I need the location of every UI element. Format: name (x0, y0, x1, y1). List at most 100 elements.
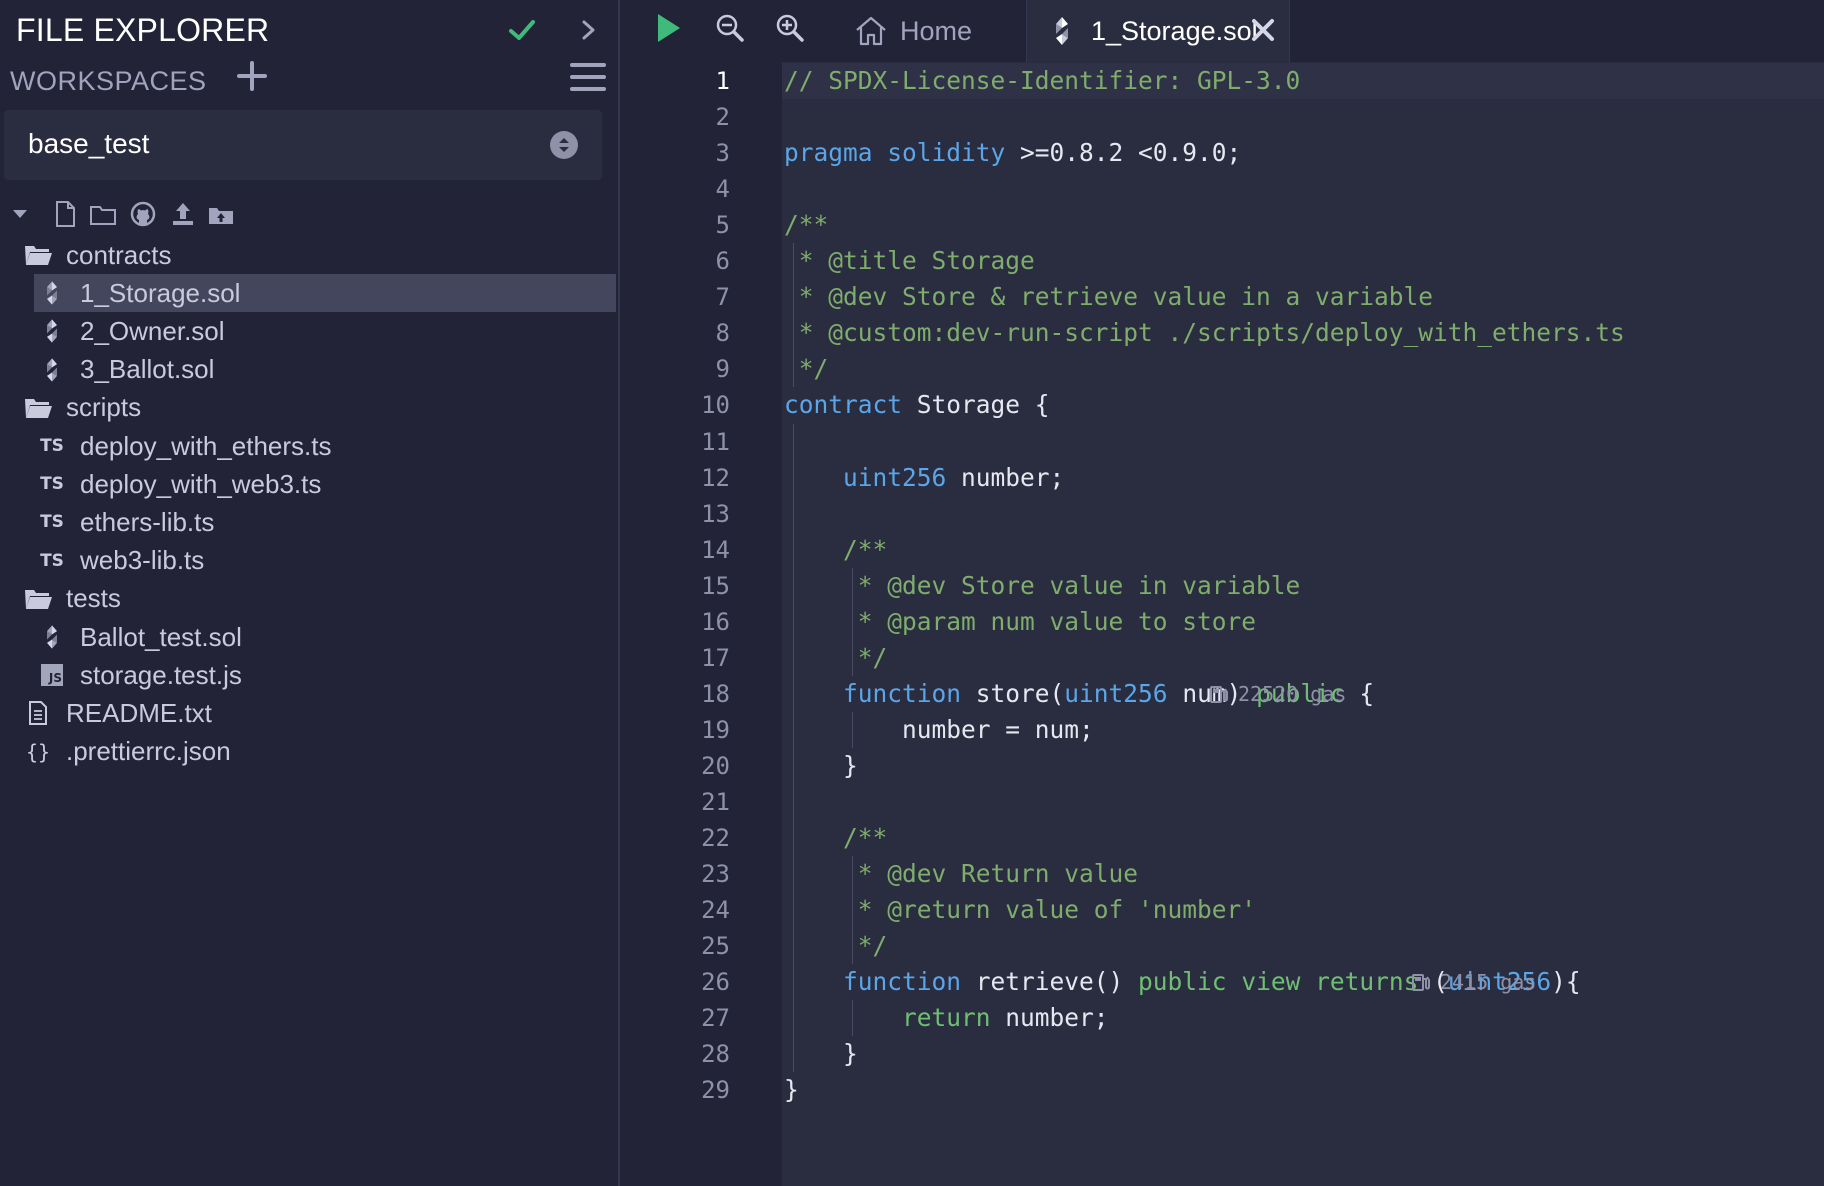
indent-guide (792, 243, 794, 388)
zoom-out-button[interactable] (710, 8, 750, 48)
line-number: 9 (715, 355, 730, 384)
file-item[interactable]: Ballot_test.sol (36, 618, 596, 656)
line-number: 13 (701, 499, 730, 528)
file-item[interactable]: 1_Storage.sol (34, 274, 616, 313)
code-line[interactable]: /** (784, 820, 887, 856)
caret-down-icon[interactable] (10, 198, 30, 230)
line-number: 26 (701, 968, 730, 997)
code-line[interactable]: * @custom:dev-run-script ./scripts/deplo… (784, 315, 1625, 351)
workspace-select-value: base_test (28, 128, 150, 159)
file-item[interactable]: 3_Ballot.sol (36, 351, 596, 389)
upload-icon[interactable] (168, 198, 198, 230)
file-item[interactable]: TS ethers-lib.ts (36, 503, 596, 541)
code-line[interactable]: * @dev Store value in variable (784, 568, 1301, 604)
text-file-icon (22, 697, 54, 729)
code-line[interactable]: uint256 number; (784, 460, 1064, 496)
indent-guide (851, 1000, 853, 1037)
line-number: 7 (715, 283, 730, 312)
folder-item[interactable]: scripts (22, 389, 582, 427)
code-line[interactable]: } (784, 748, 858, 784)
tab-home[interactable]: Home (854, 0, 1054, 62)
file-item[interactable]: TS web3-lib.ts (36, 542, 596, 580)
tab-home-label: Home (900, 15, 973, 46)
code-line[interactable]: * @dev Return value (784, 856, 1138, 892)
file-item[interactable]: README.txt (22, 694, 582, 732)
close-icon[interactable] (1249, 16, 1277, 44)
hamburger-menu-icon[interactable] (570, 60, 606, 94)
tree-item-label: README.txt (66, 697, 212, 728)
solidity-icon (36, 354, 68, 386)
code-line[interactable]: number = num; (784, 712, 1094, 748)
folder-open-icon (22, 239, 54, 271)
add-workspace-icon[interactable] (236, 60, 268, 92)
code-line[interactable]: contract Storage { (784, 387, 1050, 423)
gas-pump-icon (1210, 685, 1228, 703)
file-item[interactable]: {} .prettierrc.json (22, 733, 582, 771)
solidity-icon (36, 315, 68, 347)
code-line[interactable]: } (784, 1036, 858, 1072)
file-item[interactable]: TS deploy_with_ethers.ts (36, 427, 596, 465)
zoom-out-icon (716, 14, 744, 42)
gas-label: 2415 gas (1440, 970, 1537, 995)
github-icon[interactable] (128, 198, 158, 230)
code-line[interactable]: * @param num value to store (784, 604, 1256, 640)
tree-item-label: ethers-lib.ts (80, 506, 215, 537)
tree-item-label: 3_Ballot.sol (80, 354, 215, 385)
line-number: 24 (701, 896, 730, 925)
folder-item[interactable]: contracts (22, 236, 582, 274)
tree-item-label: contracts (66, 239, 172, 270)
play-icon (658, 14, 680, 42)
indent-guide (851, 856, 853, 965)
new-file-icon[interactable] (50, 198, 80, 230)
file-tree-toolbar (8, 198, 608, 232)
code-line[interactable]: * @return value of 'number' (784, 892, 1256, 928)
code-line[interactable]: */ (784, 351, 829, 387)
line-number: 17 (701, 643, 730, 672)
line-number: 23 (701, 860, 730, 889)
file-item[interactable]: 2_Owner.sol (36, 312, 596, 350)
line-number: 21 (701, 788, 730, 816)
check-icon[interactable] (506, 14, 538, 46)
tree-item-label: web3-lib.ts (80, 545, 205, 576)
line-number: 22 (701, 824, 730, 853)
code-editor[interactable]: 1// SPDX-License-Identifier: GPL-3.0 2 3 pr… (622, 62, 1824, 1186)
run-button[interactable] (648, 8, 688, 48)
upload-folder-icon[interactable] (206, 198, 236, 230)
new-folder-icon[interactable] (88, 198, 118, 230)
gas-estimate: 2415 gas (1410, 964, 1536, 1000)
indent-guide (851, 711, 853, 748)
code-line[interactable]: /** (784, 532, 887, 568)
chevron-right-icon[interactable] (578, 16, 600, 44)
workspace-select[interactable]: base_test (4, 110, 602, 180)
code-line[interactable]: // SPDX-License-Identifier: GPL-3.0 (784, 63, 1300, 99)
code-line[interactable]: return number; (784, 1000, 1109, 1036)
code-line[interactable]: * @dev Store & retrieve value in a varia… (784, 279, 1433, 315)
file-item[interactable]: TS deploy_with_web3.ts (36, 465, 596, 503)
folder-open-icon (22, 583, 54, 615)
editor-tab-bar: Home 1_Storage.sol (622, 0, 1824, 62)
line-number: 3 (715, 139, 730, 168)
line-number: 2 (715, 103, 730, 132)
code-line[interactable]: */ (784, 928, 888, 964)
tree-item-label: .prettierrc.json (66, 736, 231, 767)
line-number: 28 (701, 1040, 730, 1069)
indent-guide (851, 567, 853, 676)
code-line[interactable]: pragma solidity >=0.8.2 <0.9.0; (784, 135, 1241, 171)
workspaces-label: WORKSPACES (10, 66, 207, 96)
zoom-in-button[interactable] (770, 8, 810, 48)
line-number: 27 (701, 1004, 730, 1033)
file-item[interactable]: JS storage.test.js (36, 656, 596, 694)
line-number: 15 (701, 571, 730, 600)
code-line[interactable]: } (784, 1072, 799, 1108)
solidity-icon (1045, 14, 1079, 48)
folder-item[interactable]: tests (22, 580, 582, 618)
code-line[interactable]: */ (784, 640, 888, 676)
code-line[interactable]: * @title Storage (784, 243, 1035, 279)
gas-pump-icon (1412, 974, 1430, 992)
tab-1-storage-sol[interactable]: 1_Storage.sol (1026, 0, 1290, 62)
javascript-icon: JS (36, 659, 68, 691)
line-number: 14 (701, 535, 730, 564)
line-number: 5 (715, 211, 730, 240)
folder-open-icon (22, 392, 54, 424)
code-line[interactable]: /** (784, 207, 828, 243)
